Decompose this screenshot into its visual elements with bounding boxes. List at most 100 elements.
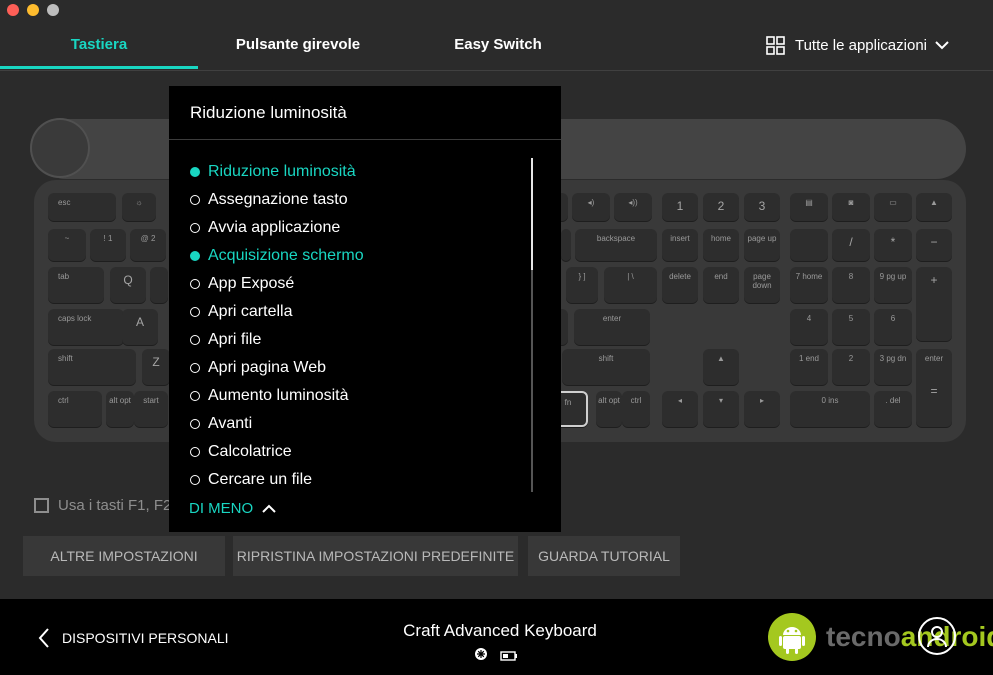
key-shift-left[interactable]: shift bbox=[48, 349, 136, 385]
key-calculator[interactable]: ▤ bbox=[790, 193, 828, 221]
arrow-left-icon: ◂ bbox=[677, 396, 682, 405]
profile-icon[interactable] bbox=[918, 617, 956, 655]
key-ctrl-left[interactable]: ctrl bbox=[48, 391, 102, 427]
key-np-minus[interactable]: − bbox=[916, 229, 952, 261]
show-less-label: DI MENO bbox=[189, 500, 254, 517]
option-riduzione-luminosita[interactable]: Riduzione luminosità bbox=[190, 158, 520, 186]
option-apri-file[interactable]: Apri file bbox=[190, 326, 520, 354]
key-alt-right[interactable]: alt opt bbox=[596, 391, 622, 427]
key-backspace[interactable]: backspace bbox=[575, 229, 657, 261]
key-2[interactable]: @ 2 bbox=[130, 229, 166, 261]
key-arrow-right[interactable]: ▸ bbox=[744, 391, 780, 427]
key-np-plus[interactable]: + bbox=[916, 267, 952, 341]
option-avvia-applicazione[interactable]: Avvia applicazione bbox=[190, 214, 520, 242]
key-caps-lock[interactable]: caps lock bbox=[48, 309, 124, 345]
key-easy-switch-1[interactable]: 1 bbox=[662, 193, 698, 221]
key-page-down[interactable]: page down bbox=[744, 267, 780, 303]
key-np-2[interactable]: 2 bbox=[832, 349, 870, 385]
key-numlock[interactable] bbox=[790, 229, 828, 261]
zoom-window-button[interactable] bbox=[47, 4, 59, 16]
close-window-button[interactable] bbox=[7, 4, 19, 16]
key-arrow-down[interactable]: ▾ bbox=[703, 391, 739, 427]
key-np-7[interactable]: 7 home bbox=[790, 267, 828, 303]
key-np-8[interactable]: 8 bbox=[832, 267, 870, 303]
key-np-dot[interactable]: . del bbox=[874, 391, 912, 427]
key-insert[interactable]: insert bbox=[662, 229, 698, 261]
option-calcolatrice[interactable]: Calcolatrice bbox=[190, 438, 520, 466]
key-equals[interactable] bbox=[561, 229, 571, 261]
tab-easy-switch[interactable]: Easy Switch bbox=[398, 20, 598, 70]
key-np-4[interactable]: 4 bbox=[790, 309, 828, 345]
option-app-expose[interactable]: App Exposé bbox=[190, 270, 520, 298]
key-easy-switch-2[interactable]: 2 bbox=[703, 193, 739, 221]
radio-icon bbox=[190, 447, 200, 457]
key-context-menu[interactable]: ▭ bbox=[874, 193, 912, 221]
key-arrow-up[interactable]: ▲ bbox=[703, 349, 739, 385]
key-a[interactable]: A bbox=[122, 309, 158, 345]
key-enter[interactable]: enter bbox=[574, 309, 650, 345]
key-np-1[interactable]: 1 end bbox=[790, 349, 828, 385]
key-tab[interactable]: tab bbox=[48, 267, 104, 303]
all-apps-selector[interactable]: Tutte le applicazioni bbox=[766, 20, 959, 70]
key-np-0[interactable]: 0 ins bbox=[790, 391, 870, 427]
volume-down-icon: ◂) bbox=[587, 198, 595, 207]
tab-pulsante-girevole[interactable]: Pulsante girevole bbox=[198, 20, 398, 70]
key-shift-right[interactable]: shift bbox=[562, 349, 650, 385]
radio-icon bbox=[190, 307, 200, 317]
radio-selected-icon bbox=[190, 251, 200, 261]
tab-tastiera[interactable]: Tastiera bbox=[0, 20, 198, 70]
key-backslash[interactable]: | \ bbox=[604, 267, 657, 303]
key-home[interactable]: home bbox=[703, 229, 739, 261]
option-aumento-luminosita[interactable]: Aumento luminosità bbox=[190, 382, 520, 410]
key-screenshot[interactable]: ◙ bbox=[832, 193, 870, 221]
key-z[interactable]: Z bbox=[142, 349, 170, 385]
key-page-up[interactable]: page up bbox=[744, 229, 780, 261]
option-avanti[interactable]: Avanti bbox=[190, 410, 520, 438]
key-esc[interactable]: esc bbox=[48, 193, 116, 221]
key-np-slash[interactable]: / bbox=[832, 229, 870, 261]
reset-defaults-button[interactable]: RIPRISTINA IMPOSTAZIONI PREDEFINITE bbox=[233, 536, 518, 576]
calculator-icon: ▤ bbox=[805, 198, 813, 207]
radio-icon bbox=[190, 391, 200, 401]
radio-icon bbox=[190, 419, 200, 429]
window-titlebar bbox=[0, 0, 993, 20]
dropdown-header[interactable]: Riduzione luminosità bbox=[169, 86, 561, 140]
key-q[interactable]: Q bbox=[110, 267, 146, 303]
key-arrow-left[interactable]: ◂ bbox=[662, 391, 698, 427]
back-to-devices-button[interactable]: DISPOSITIVI PERSONALI bbox=[38, 628, 229, 648]
key-lock[interactable]: ▲ bbox=[916, 193, 952, 221]
key-f1[interactable]: ☼ bbox=[122, 193, 156, 221]
key-np-star[interactable]: * bbox=[874, 229, 912, 261]
show-less-button[interactable]: DI MENO bbox=[189, 500, 276, 517]
key-np-6[interactable]: 6 bbox=[874, 309, 912, 345]
key-end[interactable]: end bbox=[703, 267, 739, 303]
key-alt-left[interactable]: alt opt bbox=[106, 391, 134, 427]
watch-tutorial-button[interactable]: GUARDA TUTORIAL bbox=[528, 536, 680, 576]
crown-dial[interactable] bbox=[30, 118, 90, 178]
dropdown-scroll-thumb[interactable] bbox=[531, 158, 533, 270]
option-assegnazione-tasto[interactable]: Assegnazione tasto bbox=[190, 186, 520, 214]
lock-icon: ▲ bbox=[930, 198, 938, 207]
option-cercare-un-file[interactable]: Cercare un file bbox=[190, 466, 520, 494]
key-easy-switch-3[interactable]: 3 bbox=[744, 193, 780, 221]
key-f8[interactable]: ◂) bbox=[572, 193, 610, 221]
radio-selected-icon bbox=[190, 167, 200, 177]
key-1[interactable]: ! 1 bbox=[90, 229, 126, 261]
key-bracket[interactable]: } ] bbox=[566, 267, 598, 303]
option-apri-pagina-web[interactable]: Apri pagina Web bbox=[190, 354, 520, 382]
key-ctrl-right[interactable]: ctrl bbox=[622, 391, 650, 427]
key-np-enter[interactable]: enter = bbox=[916, 349, 952, 427]
option-acquisizione-schermo[interactable]: Acquisizione schermo bbox=[190, 242, 520, 270]
fn-keys-checkbox[interactable]: Usa i tasti F1, F2 bbox=[34, 497, 171, 514]
key-np-9[interactable]: 9 pg up bbox=[874, 267, 912, 303]
minimize-window-button[interactable] bbox=[27, 4, 39, 16]
key-w[interactable] bbox=[150, 267, 168, 303]
more-settings-button[interactable]: ALTRE IMPOSTAZIONI bbox=[23, 536, 225, 576]
key-delete[interactable]: delete bbox=[662, 267, 698, 303]
key-np-5[interactable]: 5 bbox=[832, 309, 870, 345]
key-start[interactable]: start bbox=[134, 391, 168, 427]
key-tilde[interactable]: ~ bbox=[48, 229, 86, 261]
option-apri-cartella[interactable]: Apri cartella bbox=[190, 298, 520, 326]
key-f9[interactable]: ◂)) bbox=[614, 193, 652, 221]
key-np-3[interactable]: 3 pg dn bbox=[874, 349, 912, 385]
